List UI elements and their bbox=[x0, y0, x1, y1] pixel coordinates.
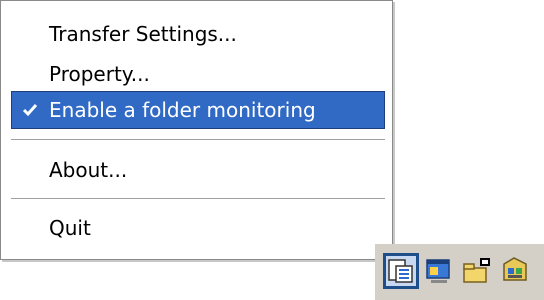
drive-icon[interactable] bbox=[498, 254, 532, 288]
checkmark-icon bbox=[22, 104, 38, 117]
file-transfer-icon[interactable] bbox=[383, 253, 419, 289]
menu-item-enable-folder-monitoring[interactable]: Enable a folder monitoring bbox=[11, 91, 385, 129]
menu-separator bbox=[11, 198, 385, 200]
menu-item-about[interactable]: About... bbox=[11, 151, 385, 189]
network-folder-icon[interactable] bbox=[460, 254, 494, 288]
monitor-window-icon[interactable] bbox=[422, 254, 456, 288]
menu-item-label: About... bbox=[49, 158, 128, 182]
menu-separator bbox=[11, 139, 385, 141]
menu-item-label: Transfer Settings... bbox=[49, 22, 237, 46]
menu-item-quit[interactable]: Quit bbox=[11, 209, 385, 247]
menu-item-label: Quit bbox=[49, 216, 91, 240]
menu-item-label: Enable a folder monitoring bbox=[49, 98, 316, 122]
menu-item-transfer-settings[interactable]: Transfer Settings... bbox=[11, 15, 385, 53]
menu-item-label: Property... bbox=[49, 62, 150, 86]
menu-item-property[interactable]: Property... bbox=[11, 55, 385, 93]
context-menu: Transfer Settings... Property... Enable … bbox=[0, 0, 393, 260]
